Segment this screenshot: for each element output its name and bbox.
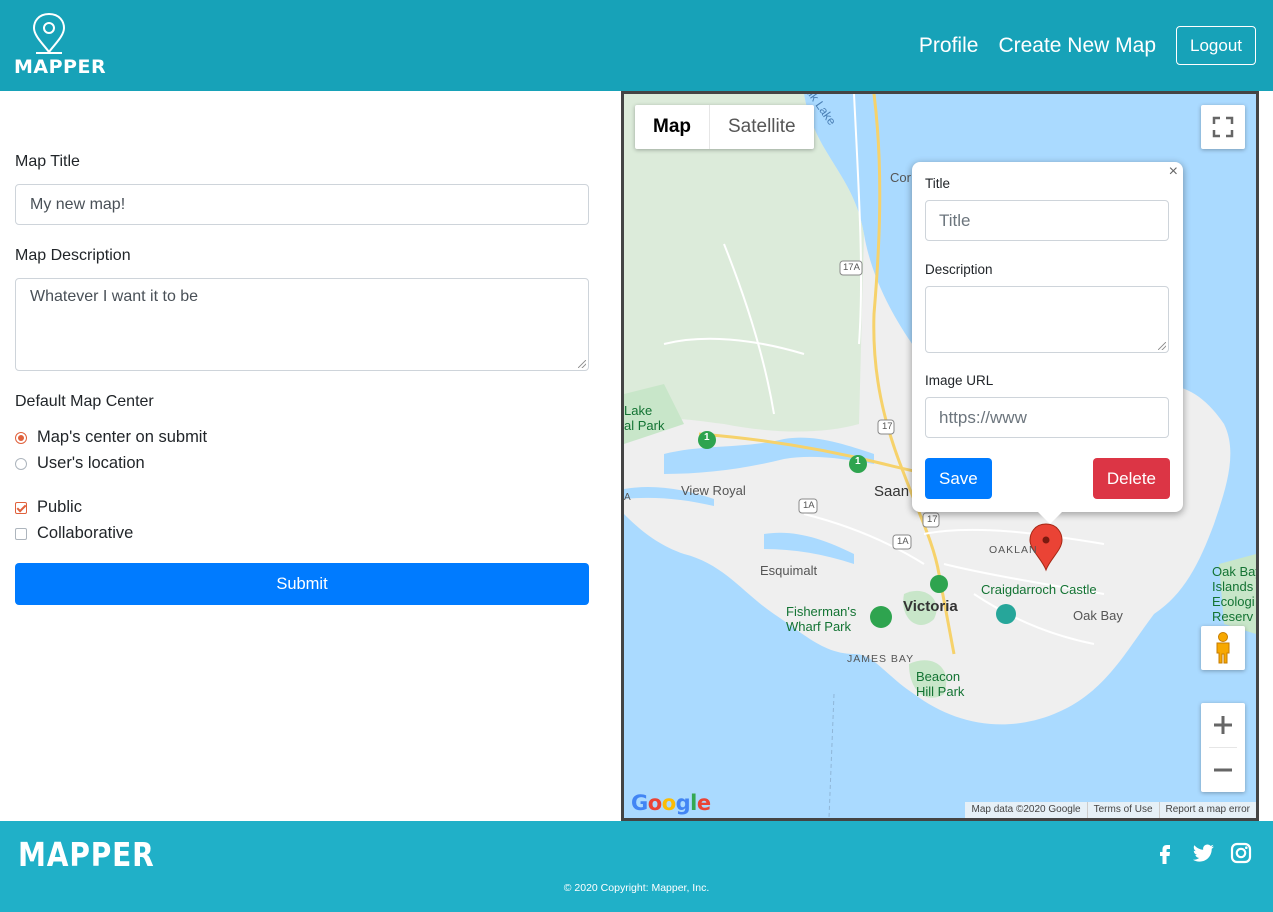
instagram-icon[interactable] <box>1229 841 1253 865</box>
submit-button[interactable]: Submit <box>15 563 589 605</box>
map-route-1a: 1A <box>803 500 815 511</box>
footer-logo[interactable]: MAPPER <box>18 835 155 874</box>
collaborative-checkbox[interactable] <box>15 527 27 540</box>
social-links <box>1139 841 1253 865</box>
map-description-value: Whatever I want it to be <box>30 288 199 305</box>
center-map-label: Map's center on submit <box>37 428 208 446</box>
facebook-icon[interactable] <box>1153 841 1177 865</box>
close-icon[interactable]: × <box>1169 163 1178 181</box>
popup-delete-button[interactable]: Delete <box>1092 458 1170 499</box>
public-option[interactable]: Public <box>15 498 82 517</box>
nav-create-map-link[interactable]: Create New Map <box>998 34 1156 58</box>
map-label-lake-park: Lake al Park <box>624 403 665 433</box>
logout-button[interactable]: Logout <box>1176 26 1256 65</box>
copyright-text: © 2020 Copyright: Mapper, Inc. <box>563 882 710 894</box>
map-route-a: A <box>624 492 631 503</box>
popup-title-input[interactable]: Title <box>925 200 1169 241</box>
map-route-17a: 17A <box>843 262 860 273</box>
map-label-james-bay: JAMES BAY <box>847 653 915 665</box>
map-label-victoria: Victoria <box>903 598 958 615</box>
map-label-craigdarroch: Craigdarroch Castle <box>981 582 1097 597</box>
map-route-17b: 17 <box>927 514 938 525</box>
logo-text: MAPPER <box>14 56 107 78</box>
popup-title-label: Title <box>925 176 951 191</box>
top-nav: Profile Create New Map Logout <box>919 26 1256 65</box>
popup-description-textarea[interactable] <box>925 286 1169 353</box>
terms-of-use-link[interactable]: Terms of Use <box>1086 802 1159 818</box>
collaborative-label: Collaborative <box>37 524 134 542</box>
report-map-error-link[interactable]: Report a map error <box>1158 802 1256 818</box>
center-map-radio[interactable] <box>15 431 27 444</box>
map-route-1b: 1 <box>855 456 861 467</box>
street-view-pegman[interactable] <box>1201 626 1245 670</box>
map-label-oak-bay-islands: Oak Bay Islands Ecologi Reserv <box>1212 564 1256 624</box>
zoom-out-icon[interactable] <box>1201 748 1245 792</box>
collaborative-option[interactable]: Collaborative <box>15 524 133 543</box>
zoom-in-icon[interactable] <box>1201 703 1245 747</box>
map-title-input[interactable]: My new map! <box>15 184 589 225</box>
map-description-textarea[interactable]: Whatever I want it to be <box>15 278 589 371</box>
header: MAPPER Profile Create New Map Logout <box>0 0 1273 91</box>
marker-info-window: × Title Title Description Image URL http… <box>912 162 1183 524</box>
center-option-map[interactable]: Map's center on submit <box>15 428 207 447</box>
map-data-text: Map data ©2020 Google <box>971 804 1081 815</box>
footer: MAPPER © 2020 Copyright: Mapper, Inc. <box>0 821 1273 912</box>
center-user-label: User's location <box>37 454 145 472</box>
map-title-label: Map Title <box>15 153 80 170</box>
map-canvas[interactable]: Elk Lake Cor Lake al Park View Royal Saa… <box>621 91 1259 821</box>
resize-handle-icon[interactable] <box>578 360 586 368</box>
map-label-esquimalt: Esquimalt <box>760 563 818 578</box>
public-checkbox[interactable] <box>15 501 27 514</box>
google-logo[interactable]: Google <box>631 791 711 815</box>
map-label-saanich: Saan <box>874 483 910 500</box>
popup-image-url-label: Image URL <box>925 373 994 388</box>
fullscreen-button[interactable] <box>1201 105 1245 149</box>
map-route-1: 1 <box>704 432 710 443</box>
nav-profile-link[interactable]: Profile <box>919 34 979 58</box>
map-label-oakland: OAKLAN <box>989 544 1038 556</box>
public-label: Public <box>37 498 82 516</box>
map-label-fishermans-wharf: Fisherman's Wharf Park <box>786 604 857 634</box>
map-pin-logo-icon <box>32 12 66 54</box>
mapper-logo[interactable]: MAPPER <box>14 12 107 80</box>
popup-save-button[interactable]: Save <box>925 458 992 499</box>
map-route-1a-b: 1A <box>897 536 909 547</box>
zoom-control <box>1201 703 1245 792</box>
map-attribution: Map data ©2020 Google Terms of Use Repor… <box>965 802 1256 818</box>
map-description-label: Map Description <box>15 247 131 264</box>
map-type-map-button[interactable]: Map <box>635 105 710 149</box>
map-type-satellite-button[interactable]: Satellite <box>710 105 814 149</box>
map-label-oak-bay: Oak Bay <box>1073 608 1123 623</box>
map-route-17: 17 <box>882 421 893 432</box>
twitter-icon[interactable] <box>1191 841 1215 865</box>
resize-handle-icon[interactable] <box>1158 342 1166 350</box>
map-label-view-royal: View Royal <box>681 483 746 498</box>
center-user-radio[interactable] <box>15 457 27 470</box>
popup-image-url-input[interactable]: https://www <box>925 397 1169 438</box>
fullscreen-icon <box>1212 116 1234 138</box>
map-label-beacon-hill: Beacon Hill Park <box>916 669 965 699</box>
map-label-cor: Cor <box>890 170 911 185</box>
center-option-user[interactable]: User's location <box>15 454 145 473</box>
pegman-icon <box>1216 632 1230 664</box>
map-type-control: Map Satellite <box>635 105 814 149</box>
default-center-label: Default Map Center <box>15 393 154 410</box>
popup-description-label: Description <box>925 262 993 277</box>
